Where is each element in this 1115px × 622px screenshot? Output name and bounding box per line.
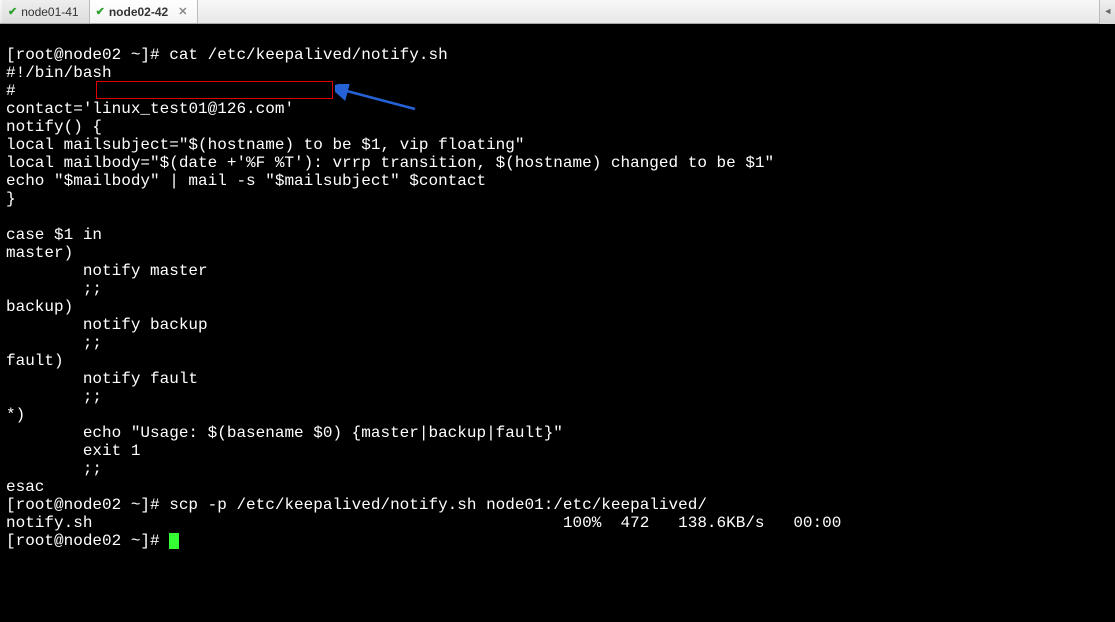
arrow-icon xyxy=(335,84,425,114)
term-line: backup) xyxy=(6,298,73,316)
term-line: notify() { xyxy=(6,118,102,136)
term-line: ;; xyxy=(6,280,102,298)
term-line: # xyxy=(6,82,16,100)
close-icon[interactable]: ✕ xyxy=(178,5,187,18)
tab-bar: ✔ node01-41 ✔ node02-42 ✕ ◄ xyxy=(0,0,1115,24)
term-line: #!/bin/bash xyxy=(6,64,112,82)
cursor xyxy=(169,533,179,549)
term-text: contact=' xyxy=(6,100,92,118)
term-line: fault) xyxy=(6,352,64,370)
prompt: [root@node02 ~]# xyxy=(6,532,169,550)
term-line: echo "Usage: $(basename $0) {master|back… xyxy=(6,424,563,442)
term-line: notify master xyxy=(6,262,208,280)
term-line: contact='linux_test01@126.com' xyxy=(6,100,294,118)
tab-scroll[interactable]: ◄ xyxy=(1099,0,1115,24)
chevron-left-icon: ◄ xyxy=(1100,0,1115,24)
term-line: notify.sh 100% 472 138.6KB/s 00:00 xyxy=(6,514,841,532)
check-icon: ✔ xyxy=(96,5,105,18)
term-line: echo "$mailbody" | mail -s "$mailsubject… xyxy=(6,172,486,190)
term-line: } xyxy=(6,190,16,208)
tab-label: node01-41 xyxy=(21,5,78,19)
term-line: exit 1 xyxy=(6,442,140,460)
tab-node02-42[interactable]: ✔ node02-42 ✕ xyxy=(90,0,199,23)
tab-label: node02-42 xyxy=(109,5,168,19)
term-line: [root@node02 ~]# xyxy=(6,532,179,550)
term-line: [root@node02 ~]# cat /etc/keepalived/not… xyxy=(6,46,448,64)
highlight-box xyxy=(96,81,333,99)
term-line: ;; xyxy=(6,460,102,478)
term-line: case $1 in xyxy=(6,226,102,244)
term-line: ;; xyxy=(6,334,102,352)
term-line: esac xyxy=(6,478,44,496)
term-line: notify fault xyxy=(6,370,198,388)
term-line: local mailbody="$(date +'%F %T'): vrrp t… xyxy=(6,154,774,172)
term-line: [root@node02 ~]# scp -p /etc/keepalived/… xyxy=(6,496,707,514)
tab-node01-41[interactable]: ✔ node01-41 xyxy=(2,0,90,23)
term-line: notify backup xyxy=(6,316,208,334)
term-line: ;; xyxy=(6,388,102,406)
check-icon: ✔ xyxy=(8,5,17,18)
term-line: local mailsubject="$(hostname) to be $1,… xyxy=(6,136,524,154)
terminal[interactable]: [root@node02 ~]# cat /etc/keepalived/not… xyxy=(0,24,1115,573)
highlighted-email: linux_test01@126.com xyxy=(92,100,284,118)
term-text: ' xyxy=(284,100,294,118)
term-line: master) xyxy=(6,244,73,262)
term-line: *) xyxy=(6,406,25,424)
